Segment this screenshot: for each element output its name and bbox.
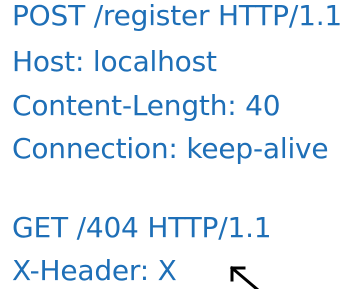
content-length-header: Content-Length: 40 (12, 89, 281, 122)
x-header-line: X-Header: X (12, 254, 177, 287)
request-2-line: GET /404 HTTP/1.1 (12, 211, 272, 244)
request-1-line: POST /register HTTP/1.1 (12, 0, 343, 32)
host-header: Host: localhost (12, 45, 217, 78)
mouse-pointer-icon (229, 265, 260, 289)
http-request-text-panel: POST /register HTTP/1.1 Host: localhost … (0, 0, 364, 289)
connection-header: Connection: keep-alive (12, 132, 329, 165)
